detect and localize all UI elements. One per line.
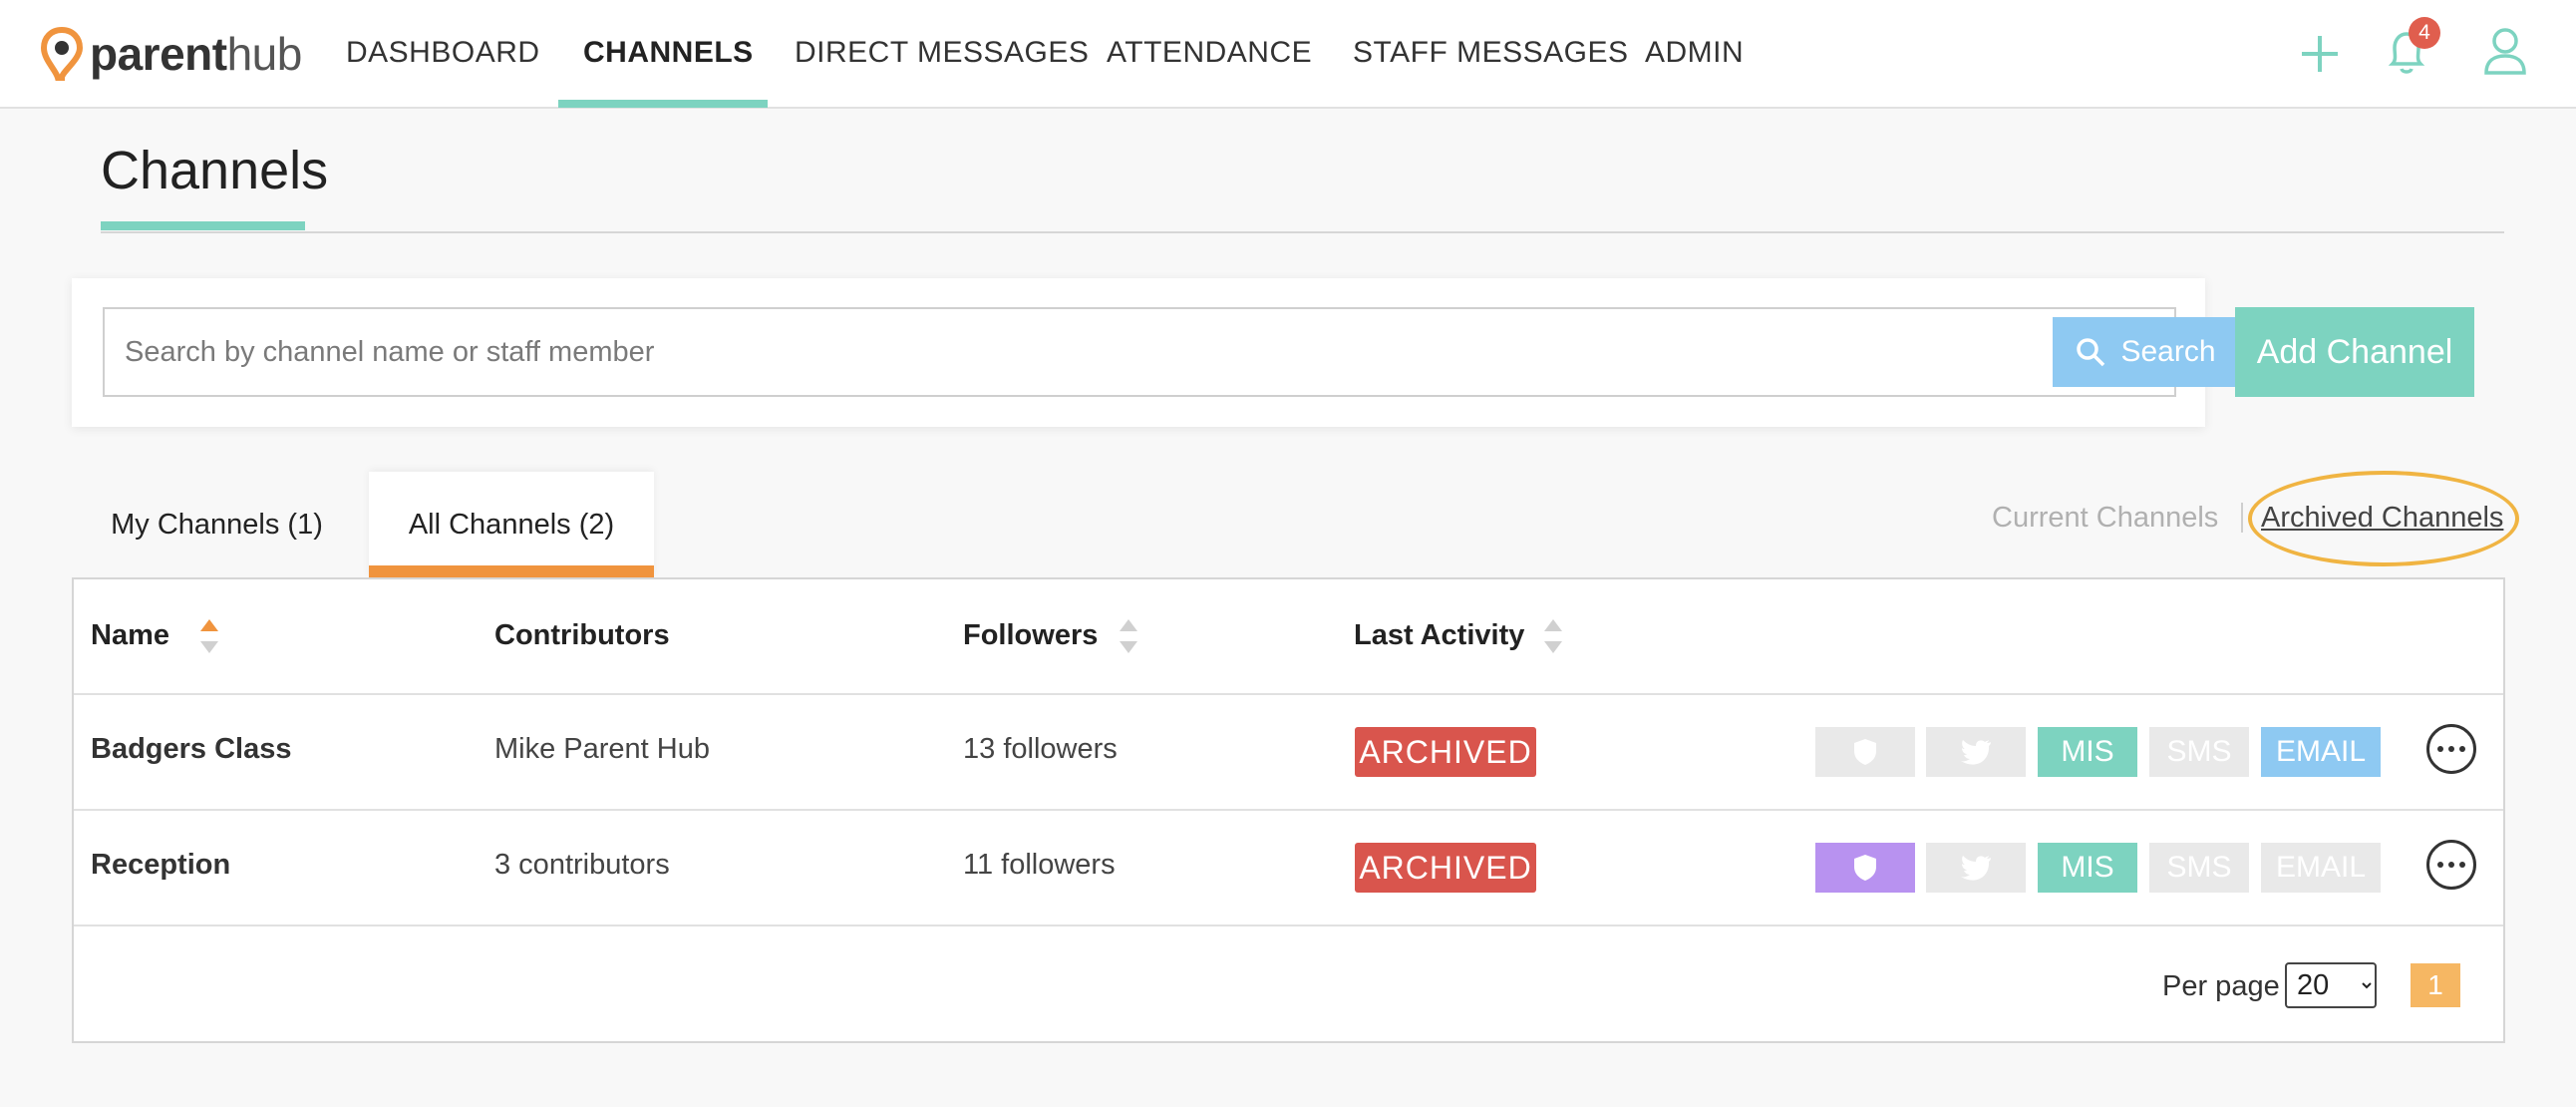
search-button-label: Search [2120,335,2216,368]
per-page-select[interactable]: 20 [2285,962,2377,1008]
twitter-icon [1961,740,1991,765]
more-options-icon[interactable] [2426,724,2476,774]
sort-arrows-icon[interactable] [1119,617,1138,657]
active-nav-indicator [558,100,768,108]
top-navigation: parenthub DASHBOARD CHANNELS DIRECT MESS… [0,0,2576,109]
shield-icon [1854,855,1876,881]
header-contributors: Contributors [494,619,670,651]
row-divider [74,924,2503,926]
twitter-icon [1961,856,1991,881]
page-number-button[interactable]: 1 [2411,963,2460,1007]
search-box: Search [103,307,2238,397]
header-last-activity[interactable]: Last Activity [1354,619,1524,652]
twitter-chip [1926,843,2026,893]
private-chip [1815,843,1915,893]
mis-chip: MIS [2038,843,2137,893]
archived-badge: ARCHIVED [1355,843,1536,893]
mis-chip: MIS [2038,727,2137,777]
page-title: Channels [101,141,329,200]
nav-dashboard[interactable]: DASHBOARD [346,36,540,70]
nav-direct-messages[interactable]: DIRECT MESSAGES [795,36,1089,70]
nav-admin[interactable]: ADMIN [1645,36,1744,70]
search-card: Search [72,278,2238,427]
sms-chip: SMS [2149,843,2249,893]
twitter-chip [1926,727,2026,777]
nav-staff-messages[interactable]: STAFF MESSAGES [1353,36,1629,70]
channel-contributors: Mike Parent Hub [494,733,710,765]
channel-followers: 13 followers [963,733,1118,765]
plus-icon[interactable] [2298,32,2342,76]
nav-attendance[interactable]: ATTENDANCE [1107,36,1312,70]
channels-table: Name Contributors Followers Last Activit… [72,577,2505,1043]
row-divider [74,809,2503,811]
channel-contributors: 3 contributors [494,849,670,881]
channel-name[interactable]: Badgers Class [91,733,292,766]
active-tab-indicator [369,565,654,577]
private-chip [1815,727,1915,777]
highlight-annotation [2248,471,2519,566]
email-chip: EMAIL [2261,727,2381,777]
parenthub-logo[interactable]: parenthub [40,26,302,82]
notification-badge: 4 [2409,17,2440,49]
tab-my-channels[interactable]: My Channels (1) [90,472,344,577]
sort-arrows-icon[interactable] [199,617,219,657]
search-icon [2077,338,2105,367]
tab-all-channels[interactable]: All Channels (2) [369,472,654,577]
more-options-icon[interactable] [2426,840,2476,890]
channel-followers: 11 followers [963,849,1116,881]
header-followers[interactable]: Followers [963,619,1098,652]
user-profile-icon[interactable] [2482,26,2528,76]
location-pin-icon [40,26,84,81]
logo-text-bold: parent [90,28,227,80]
current-channels-link[interactable]: Current Channels [1992,502,2218,535]
add-channel-button[interactable]: Add Channel [2235,307,2474,397]
email-chip: EMAIL [2261,843,2381,893]
sort-arrows-icon[interactable] [1543,617,1563,657]
filter-separator [2241,503,2243,533]
header-name[interactable]: Name [91,619,169,652]
per-page-label: Per page [2162,970,2280,1002]
sms-chip: SMS [2149,727,2249,777]
nav-channels[interactable]: CHANNELS [583,36,754,70]
header-divider [101,231,2504,233]
search-input[interactable] [125,309,1969,395]
logo-text-light: hub [226,28,303,80]
channel-name[interactable]: Reception [91,849,230,882]
row-divider [74,693,2503,695]
shield-icon [1854,739,1876,765]
search-button[interactable]: Search [2053,317,2238,387]
title-underline [101,221,305,230]
archived-badge: ARCHIVED [1355,727,1536,777]
